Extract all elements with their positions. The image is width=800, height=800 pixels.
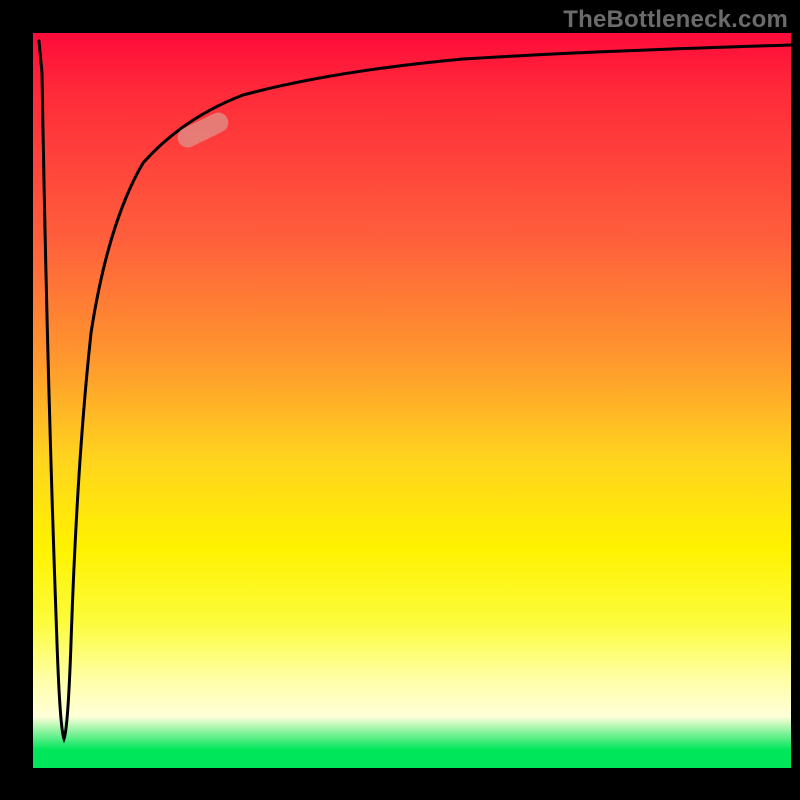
- bottleneck-curve: [39, 41, 791, 739]
- curve-layer: [33, 33, 791, 768]
- attribution-label: TheBottleneck.com: [563, 6, 788, 34]
- chart-frame: TheBottleneck.com: [0, 0, 800, 800]
